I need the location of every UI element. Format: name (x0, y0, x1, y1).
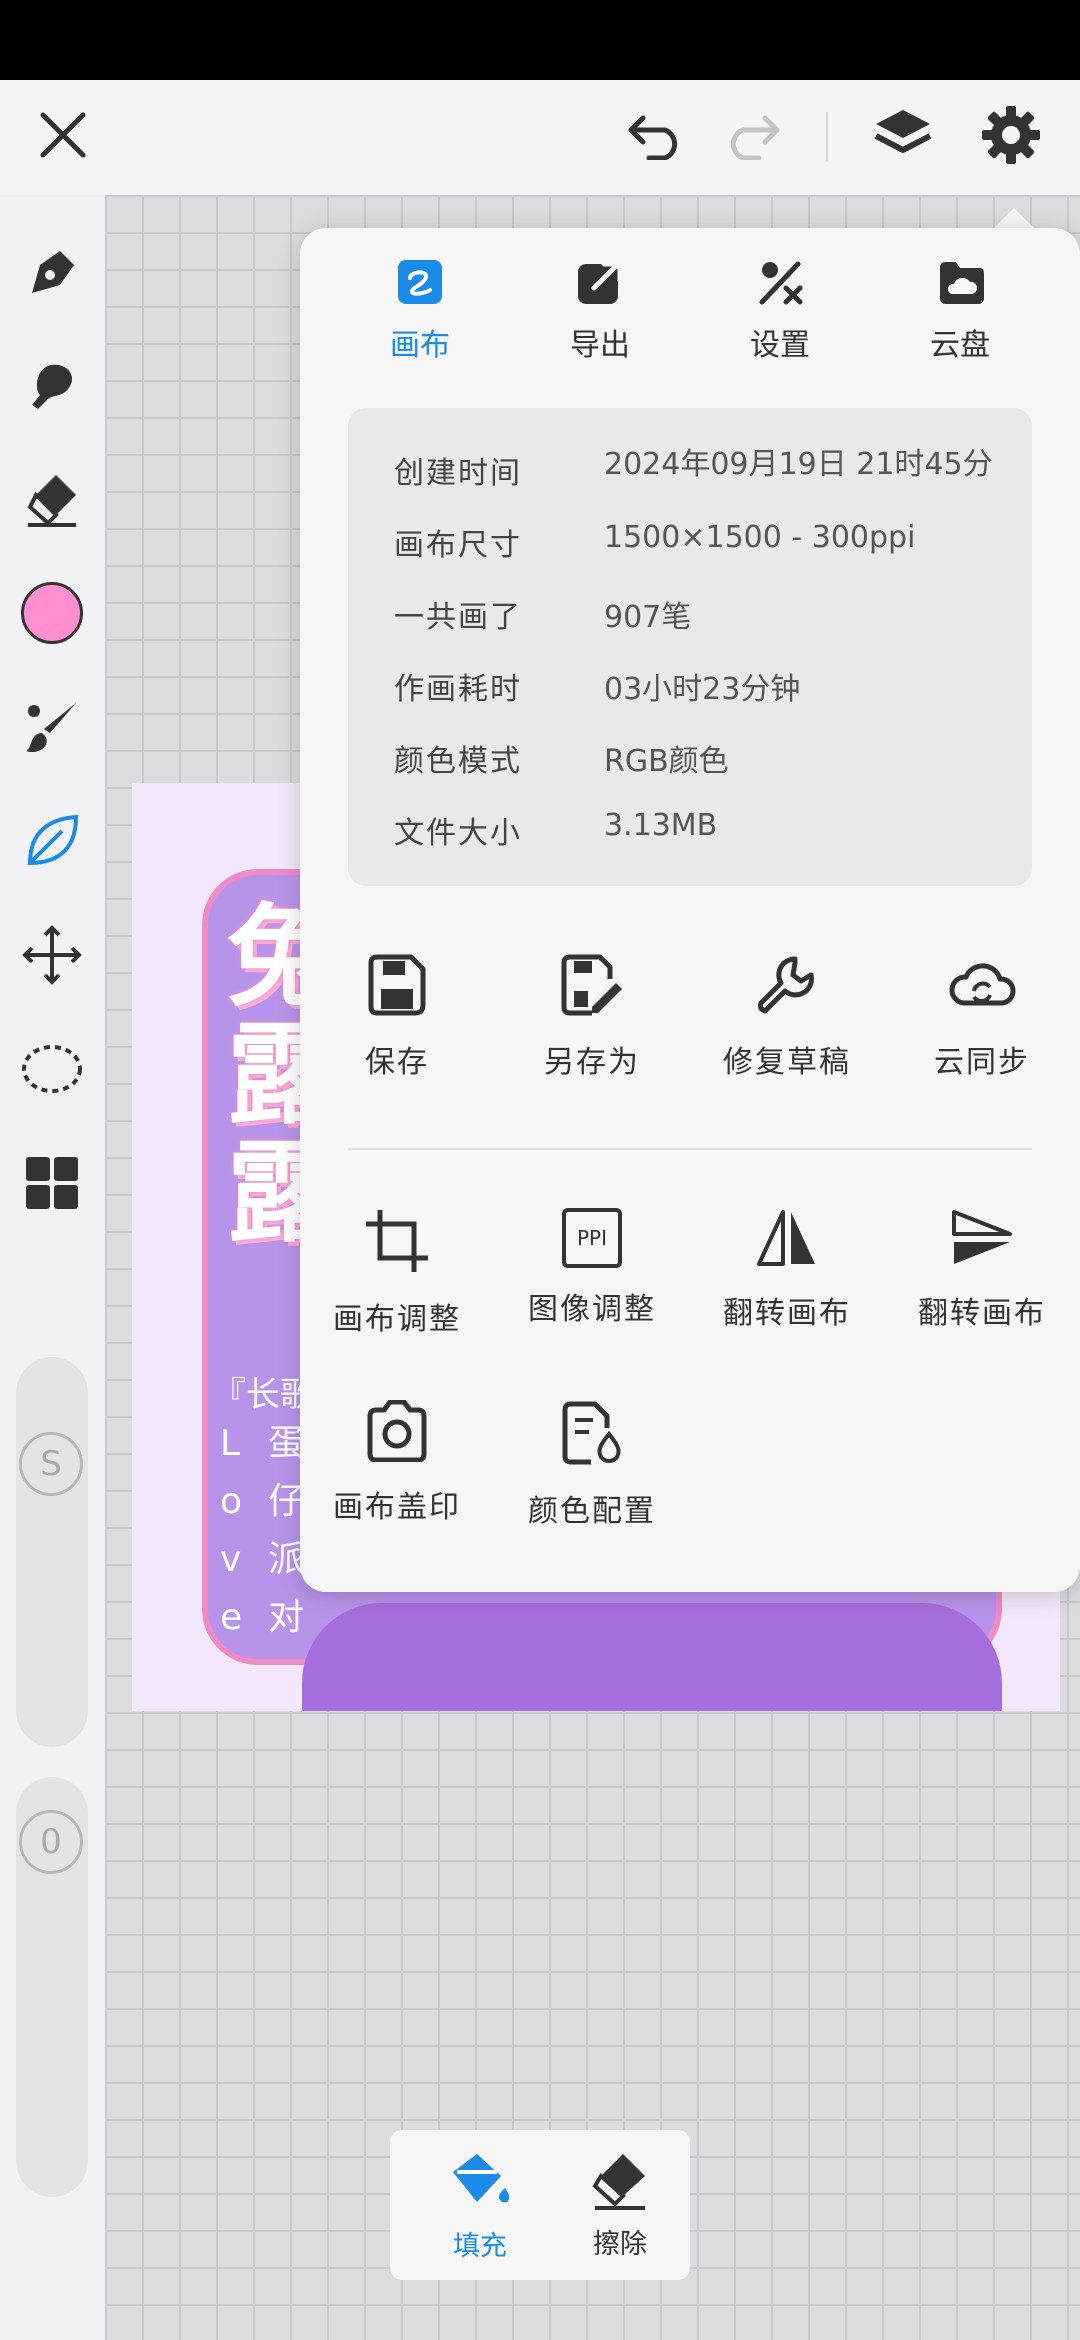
info-value: 1500×1500 - 300ppi (604, 520, 916, 555)
image-adjust-label: 图像调整 (528, 1292, 656, 1327)
toolbar-separator (826, 112, 828, 162)
canvas-stamp-button[interactable]: 画布盖印 (300, 1399, 494, 1550)
erase-tool-button[interactable]: 擦除 (550, 2150, 690, 2270)
camera-icon (364, 1399, 430, 1466)
fill-tool-label: 填充 (453, 2231, 507, 2262)
tab-cloud-drive[interactable]: 云盘 (890, 258, 1030, 368)
tab-cloud-drive-label: 云盘 (930, 328, 990, 363)
color-profile-icon (559, 1400, 625, 1470)
repair-icon (755, 953, 819, 1021)
info-value: RGB颜色 (604, 744, 729, 779)
cloud-drive-icon (936, 258, 984, 306)
undo-icon[interactable] (620, 102, 692, 168)
color-profile-label: 颜色配置 (528, 1494, 656, 1529)
brush-icon[interactable] (14, 689, 90, 765)
flip-horizontal-label: 翻转画布 (723, 1296, 851, 1331)
color-swatch[interactable] (14, 575, 90, 651)
grid-icon[interactable] (14, 1145, 90, 1221)
info-key: 文件大小 (394, 816, 522, 851)
redo-icon[interactable] (716, 102, 788, 168)
info-value: 2024年09月19日 21时45分 (604, 448, 993, 482)
tab-export[interactable]: 导出 (530, 258, 670, 368)
canvas-stamp-label: 画布盖印 (333, 1490, 461, 1525)
pen-icon[interactable] (14, 235, 90, 311)
erase-tool-label: 擦除 (593, 2229, 647, 2260)
save-as-icon (558, 953, 626, 1021)
save-label: 保存 (365, 1045, 429, 1080)
popup-divider (348, 1148, 1032, 1150)
export-icon (576, 258, 624, 306)
save-as-label: 另存为 (544, 1045, 640, 1080)
tab-export-label: 导出 (570, 328, 630, 363)
layers-icon[interactable] (866, 100, 940, 170)
bottom-tool-panel: 填充 擦除 (390, 2130, 690, 2280)
flip-vertical-button[interactable]: 翻转画布 (885, 1208, 1079, 1358)
eraser-tool-icon[interactable] (14, 461, 90, 537)
flip-horizontal-button[interactable]: 翻转画布 (690, 1208, 884, 1358)
canvas-adjust-button[interactable]: 画布调整 (300, 1208, 494, 1358)
cloud-sync-label: 云同步 (934, 1045, 1030, 1080)
size-slider-label: S (40, 1444, 62, 1484)
status-bar (0, 0, 1080, 80)
settings-icon (756, 258, 804, 306)
flip-horizontal-icon (755, 1208, 819, 1272)
tab-settings[interactable]: 设置 (710, 258, 850, 368)
canvas-popup: 画布 导出 设置 云盘 创建时间 2024年09月19日 21时45分 画布尺寸… (300, 228, 1080, 1592)
close-icon[interactable] (30, 102, 96, 168)
cloud-sync-button[interactable]: 云同步 (885, 953, 1079, 1103)
info-value: 907笔 (604, 600, 692, 635)
artwork-side-letters: Love (220, 1423, 243, 1638)
top-toolbar (0, 80, 1080, 195)
move-icon[interactable] (14, 917, 90, 993)
lasso-icon[interactable] (14, 1031, 90, 1107)
size-slider-knob[interactable]: S (19, 1432, 83, 1496)
info-key: 画布尺寸 (394, 528, 522, 563)
smudge-icon[interactable] (14, 347, 90, 423)
info-key: 颜色模式 (394, 744, 522, 779)
info-key: 创建时间 (394, 456, 522, 491)
artwork-sub-text: 『长歌 (212, 1373, 314, 1417)
flip-vertical-label: 翻转画布 (918, 1296, 1046, 1331)
repair-draft-button[interactable]: 修复草稿 (690, 953, 884, 1103)
canvas-info-card: 创建时间 2024年09月19日 21时45分 画布尺寸 1500×1500 -… (348, 408, 1032, 886)
repair-label: 修复草稿 (723, 1045, 851, 1080)
leaf-brush-icon[interactable] (14, 803, 90, 879)
eraser-icon (589, 2150, 651, 2214)
canvas-adjust-label: 画布调整 (333, 1302, 461, 1337)
info-value: 03小时23分钟 (604, 672, 801, 707)
info-key: 一共画了 (394, 600, 522, 635)
save-as-button[interactable]: 另存为 (495, 953, 689, 1103)
tab-settings-label: 设置 (750, 328, 810, 363)
opacity-slider-label: 0 (40, 1822, 62, 1862)
left-toolbar: S 0 (0, 195, 105, 2340)
flip-vertical-icon (950, 1208, 1014, 1272)
canvas-icon (396, 258, 444, 306)
artwork-subtitle: 『长歌 (212, 1375, 314, 1415)
current-color-swatch (21, 582, 83, 644)
info-value: 3.13MB (604, 808, 718, 843)
color-profile-button[interactable]: 颜色配置 (495, 1400, 689, 1550)
size-slider[interactable] (16, 1357, 88, 1747)
ppi-icon: PPI (562, 1208, 622, 1268)
fill-bucket-icon (447, 2150, 513, 2216)
save-icon (365, 953, 429, 1021)
tab-canvas[interactable]: 画布 (350, 258, 490, 368)
gear-icon[interactable] (974, 100, 1048, 170)
fill-tool-button[interactable]: 填充 (410, 2150, 550, 2270)
save-button[interactable]: 保存 (300, 953, 494, 1103)
info-key: 作画耗时 (394, 672, 522, 707)
cloud-sync-icon (946, 953, 1018, 1021)
popup-tabs: 画布 导出 设置 云盘 (300, 258, 1080, 368)
artwork-figure (302, 1603, 1002, 1711)
image-adjust-button[interactable]: PPI 图像调整 (495, 1208, 689, 1358)
tab-canvas-label: 画布 (390, 328, 450, 363)
opacity-slider-knob[interactable]: 0 (19, 1810, 83, 1874)
crop-icon (364, 1208, 430, 1278)
